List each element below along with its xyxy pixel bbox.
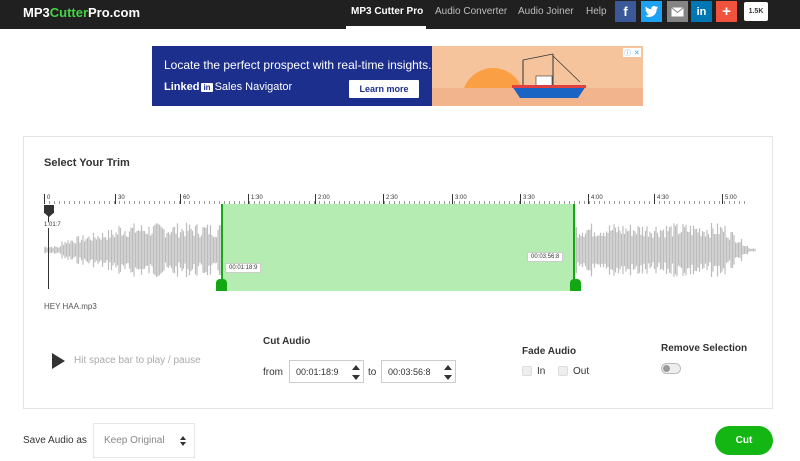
plus-icon[interactable]: + [716, 1, 737, 22]
top-navbar: MP3CutterPro.com MP3 Cutter Pro Audio Co… [0, 0, 800, 29]
ad-close-icon[interactable]: ⓘ ✕ [623, 48, 641, 57]
selection-start-handle[interactable] [216, 279, 227, 291]
ad-learn-more-button[interactable]: Learn more [349, 80, 419, 98]
nav-link-mp3-cutter[interactable]: MP3 Cutter Pro [351, 6, 423, 17]
ruler-major-tick [180, 194, 181, 204]
remove-selection-label: Remove Selection [661, 343, 748, 354]
select-arrows-icon [180, 436, 186, 446]
selection-start-time: 00:01:18:9 [225, 263, 262, 273]
ruler-tick-label: 3:30 [523, 195, 535, 201]
ad-brand: Linked in Sales Navigator [164, 81, 292, 93]
from-label: from [263, 367, 283, 378]
from-time-value: 00:01:18:9 [296, 366, 339, 377]
play-icon[interactable] [52, 353, 65, 369]
play-hint: Hit space bar to play / pause [74, 355, 201, 366]
ruler-tick-label: 30 [118, 195, 125, 201]
save-format-select[interactable]: Keep Original [93, 423, 195, 458]
ruler-major-tick [452, 194, 453, 204]
ruler-tick-label: 1:30 [251, 195, 263, 201]
linkedin-icon[interactable]: in [691, 1, 712, 22]
nav-link-help[interactable]: Help [586, 6, 607, 17]
ruler-tick-label: 0 [47, 195, 51, 201]
ad-illustration [432, 46, 643, 106]
ruler-tick-label: 4:30 [657, 195, 669, 201]
email-icon[interactable] [667, 1, 688, 22]
twitter-icon[interactable] [641, 1, 662, 22]
ad-brand-in: in [201, 83, 213, 92]
ruler-tick-label: 2:00 [318, 195, 330, 201]
ruler-major-tick [248, 194, 249, 204]
playhead-time: 1:01:7 [44, 222, 61, 228]
trim-title: Select Your Trim [44, 157, 130, 169]
nav-active-indicator [346, 26, 426, 29]
to-stepper-icon[interactable] [444, 365, 452, 380]
ruler-tick-label: 2:30 [386, 195, 398, 201]
ruler-major-tick [654, 194, 655, 204]
cut-button[interactable]: Cut [715, 426, 773, 455]
remove-selection-toggle[interactable] [661, 363, 681, 374]
ruler-major-tick [383, 194, 384, 204]
boat-illustration [512, 53, 586, 98]
site-logo[interactable]: MP3CutterPro.com [23, 5, 140, 20]
ruler-tick-label: 60 [183, 195, 190, 201]
cut-audio-label: Cut Audio [263, 336, 311, 347]
fade-in-checkbox[interactable] [522, 366, 532, 376]
selection-end-handle[interactable] [570, 279, 581, 291]
ruler-major-tick [520, 194, 521, 204]
logo-accent: Cutter [49, 5, 89, 20]
logo-prefix: MP3 [23, 5, 50, 20]
ad-brand-product: Sales Navigator [214, 81, 293, 93]
file-name: HEY HAA.mp3 [44, 302, 97, 311]
fade-in-label: In [537, 366, 546, 377]
fade-audio-label: Fade Audio [522, 346, 577, 357]
logo-suffix: Pro.com [88, 5, 141, 20]
ruler-major-tick [722, 194, 723, 204]
fade-out-checkbox[interactable] [558, 366, 568, 376]
to-label: to [368, 367, 377, 378]
timeline-ruler: 0 30 60 1:30 2:00 2:30 3:00 3:30 4:00 4:30 5:00 [44, 190, 756, 204]
save-audio-label: Save Audio as [23, 435, 87, 446]
save-format-value: Keep Original [104, 435, 165, 446]
nav-link-audio-converter[interactable]: Audio Converter [435, 6, 507, 17]
ad-headline: Locate the perfect prospect with real-ti… [164, 58, 432, 72]
ruler-tick-label: 4:00 [591, 195, 603, 201]
selected-region[interactable] [221, 204, 575, 291]
selection-end-time: 00:03:56:8 [527, 252, 564, 262]
advertisement-banner[interactable]: Locate the perfect prospect with real-ti… [152, 46, 643, 106]
ruler-major-tick [115, 194, 116, 204]
to-time-input[interactable]: 00:03:56:8 [381, 360, 456, 383]
ruler-major-tick [315, 194, 316, 204]
ruler-major-tick [44, 194, 45, 204]
facebook-icon[interactable]: f [615, 1, 636, 22]
from-stepper-icon[interactable] [352, 365, 360, 380]
ruler-tick-label: 5:00 [725, 195, 737, 201]
ad-brand-linked: Linked [164, 81, 200, 93]
from-time-input[interactable]: 00:01:18:9 [289, 360, 364, 383]
ruler-major-tick [588, 194, 589, 204]
fade-out-label: Out [573, 366, 590, 377]
nav-link-audio-joiner[interactable]: Audio Joiner [518, 6, 574, 17]
share-count: 1.5K [744, 2, 768, 21]
to-time-value: 00:03:56:8 [388, 366, 431, 377]
ruler-tick-label: 3:00 [455, 195, 467, 201]
